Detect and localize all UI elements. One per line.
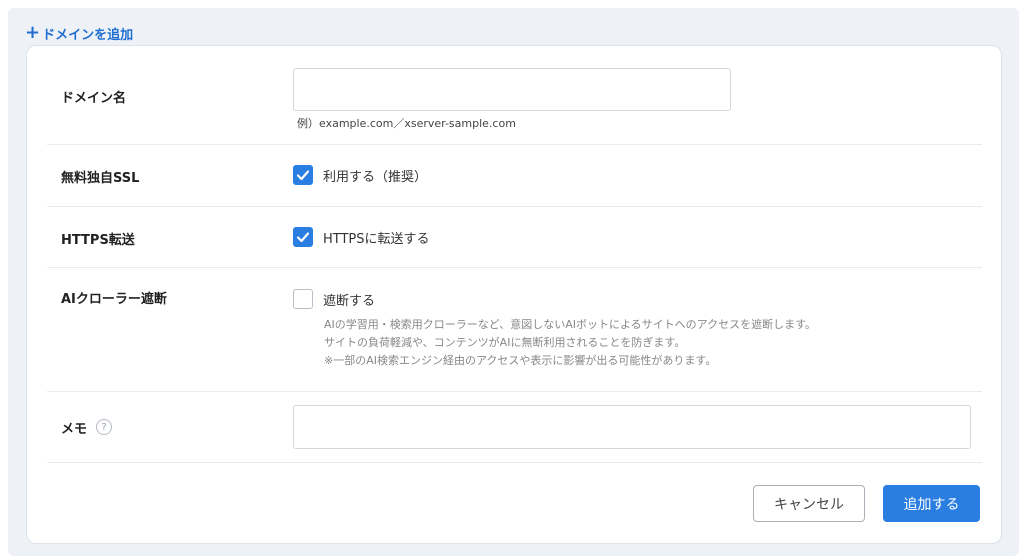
add-domain-link-label: ドメインを追加 xyxy=(42,27,134,43)
question-circle-icon[interactable]: ? xyxy=(96,419,113,435)
domain-name-label: ドメイン名 xyxy=(61,90,127,106)
domain-name-row: ドメイン名 例）example.com／xserver-sample.com xyxy=(47,46,982,145)
ai-crawler-checkbox-wrap[interactable]: 遮断する xyxy=(293,289,375,309)
https-checkbox-wrap[interactable]: HTTPSに転送する xyxy=(293,227,430,247)
memo-input[interactable] xyxy=(293,405,971,449)
ai-crawler-checkbox[interactable] xyxy=(293,289,313,309)
ai-crawler-checkbox-label: 遮断する xyxy=(323,293,376,309)
add-domain-link[interactable]: + ドメインを追加 xyxy=(25,22,133,44)
ssl-row: 無料独自SSL 利用する（推奨） xyxy=(47,145,982,207)
https-checkbox-label: HTTPSに転送する xyxy=(323,231,430,247)
plus-icon: + xyxy=(25,22,41,43)
https-row: HTTPS転送 HTTPSに転送する xyxy=(47,207,982,268)
ai-crawler-description-line: ※一部のAI検索エンジン経由のアクセスや表示に影響が出る可能性があります。 xyxy=(324,354,717,367)
ai-crawler-description-line: サイトの負荷軽減や、コンテンツがAIに無断利用されることを防ぎます。 xyxy=(324,336,686,349)
memo-row: メモ ? xyxy=(47,392,982,463)
ai-crawler-description: AIの学習用・検索用クローラーなど、意図しないAIボットによるサイトへのアクセス… xyxy=(324,316,816,370)
https-checkbox[interactable] xyxy=(293,227,313,247)
https-label: HTTPS転送 xyxy=(61,232,135,248)
ssl-checkbox[interactable] xyxy=(293,165,313,185)
ai-crawler-label: AIクローラー遮断 xyxy=(61,291,167,307)
domain-name-hint: 例）example.com／xserver-sample.com xyxy=(297,117,516,130)
ssl-label: 無料独自SSL xyxy=(61,170,140,186)
ai-crawler-description-line: AIの学習用・検索用クローラーなど、意図しないAIボットによるサイトへのアクセス… xyxy=(324,318,817,331)
check-icon xyxy=(296,170,310,181)
ai-crawler-row: AIクローラー遮断 遮断する AIの学習用・検索用クローラーなど、意図しないAI… xyxy=(47,268,982,392)
check-icon xyxy=(296,232,310,243)
domain-form-card: ドメイン名 例）example.com／xserver-sample.com 無… xyxy=(26,45,1002,544)
memo-label-wrap: メモ ? xyxy=(61,416,113,438)
domain-name-input[interactable] xyxy=(293,68,731,111)
memo-label: メモ xyxy=(61,421,88,437)
ssl-checkbox-label: 利用する（推奨） xyxy=(323,169,428,185)
ssl-checkbox-wrap[interactable]: 利用する（推奨） xyxy=(293,165,427,185)
cancel-button[interactable]: キャンセル xyxy=(753,485,865,522)
add-button[interactable]: 追加する xyxy=(883,485,980,522)
